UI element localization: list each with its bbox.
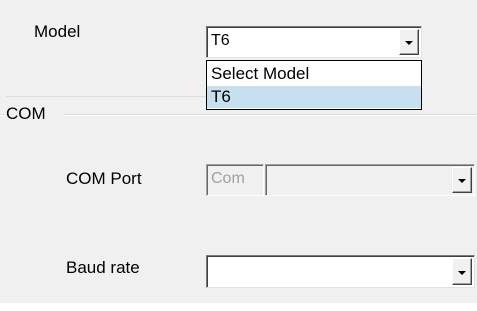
com-port-select[interactable]: [265, 164, 475, 196]
baud-rate-dropdown-button[interactable]: [452, 258, 472, 285]
settings-panel: Model T6 Select Model T6 COM COM Port Co…: [0, 0, 477, 311]
com-group-label: COM: [6, 104, 46, 123]
chevron-down-icon: [458, 270, 466, 275]
com-port-prefix-text: Com: [211, 170, 245, 187]
com-group-line-under-model: [6, 96, 206, 97]
model-label: Model: [34, 22, 81, 41]
panel-bottom-edge: [0, 303, 477, 311]
com-group-line-right-shadow: [64, 115, 477, 116]
baud-rate-label: Baud rate: [66, 258, 140, 277]
baud-rate-select[interactable]: [206, 255, 475, 288]
model-dropdown-list: Select Model T6: [206, 60, 422, 110]
model-option-select-model[interactable]: Select Model: [207, 63, 421, 85]
model-select[interactable]: T6: [206, 26, 422, 58]
com-port-prefix: Com: [206, 164, 264, 196]
com-port-label: COM Port: [66, 169, 142, 188]
com-port-dropdown-button[interactable]: [452, 167, 472, 193]
model-dropdown-button[interactable]: [399, 29, 419, 55]
chevron-down-icon: [405, 41, 413, 45]
chevron-down-icon: [458, 179, 466, 183]
model-option-t6[interactable]: T6: [207, 86, 421, 108]
model-select-value: T6: [211, 32, 230, 49]
